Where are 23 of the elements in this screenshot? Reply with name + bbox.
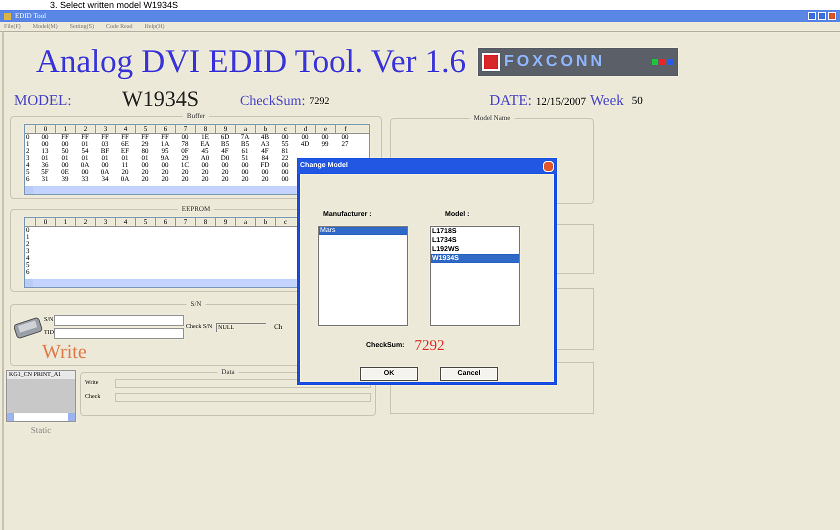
model-value: W1934S [122, 86, 200, 112]
restore-icon[interactable] [818, 12, 826, 20]
app-icon [4, 12, 11, 20]
sn-field[interactable] [54, 315, 184, 326]
color-squares-icon [652, 59, 674, 65]
checksum-label: CheckSum: [240, 93, 306, 111]
model-label: MODEL: [14, 92, 72, 110]
caption-text: 3. Select written model W1934S [49, 0, 180, 10]
app-title: Analog DVI EDID Tool. Ver 1.6 [36, 44, 466, 80]
logo-mark-icon [482, 53, 500, 71]
tid-field[interactable] [54, 328, 184, 339]
date-label: DATE: [489, 92, 532, 110]
week-value: 50 [632, 94, 643, 108]
static-label: Static [30, 424, 52, 437]
logo-text: FOXCONN [504, 52, 605, 72]
checksum-value: 7292 [309, 95, 330, 109]
minimize-icon[interactable] [808, 12, 816, 20]
checksum-value: 7292 [414, 336, 445, 356]
date-value: 12/15/2007 [536, 94, 586, 110]
close-icon[interactable] [543, 160, 554, 172]
close-icon[interactable] [828, 12, 836, 20]
write-label: Write [42, 341, 88, 363]
week-label: Week [590, 92, 624, 110]
